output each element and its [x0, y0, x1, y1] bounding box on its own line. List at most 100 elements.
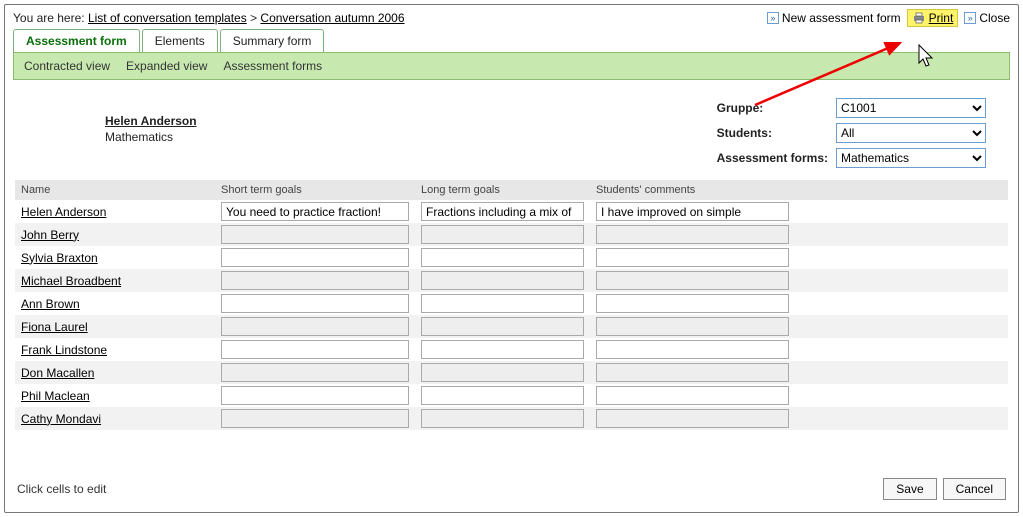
cell-input-long[interactable] — [421, 386, 584, 405]
student-subject: Mathematics — [105, 130, 197, 144]
cell-input-comments[interactable] — [596, 202, 789, 221]
filter-students-select[interactable]: All — [836, 123, 986, 143]
tab-label: Elements — [155, 34, 205, 48]
breadcrumb: You are here: List of conversation templ… — [13, 11, 405, 25]
col-header-name[interactable]: Name — [15, 180, 215, 200]
footer: Click cells to edit Save Cancel — [13, 472, 1010, 506]
new-assessment-form-link[interactable]: » New assessment form — [767, 11, 901, 25]
table-row: Cathy Mondavi — [15, 407, 1008, 430]
cell-input-short[interactable] — [221, 340, 409, 359]
cell-extra — [795, 292, 1008, 315]
cell-input-long[interactable] — [421, 409, 584, 428]
filter-forms-label: Assessment forms: — [717, 151, 828, 165]
cell-input-long[interactable] — [421, 363, 584, 382]
tab-label: Assessment form — [26, 34, 127, 48]
footer-hint: Click cells to edit — [17, 482, 106, 496]
cancel-button[interactable]: Cancel — [943, 478, 1006, 500]
cell-input-comments[interactable] — [596, 271, 789, 290]
col-header-long[interactable]: Long term goals — [415, 180, 590, 200]
cell-extra — [795, 315, 1008, 338]
table-row: Phil Maclean — [15, 384, 1008, 407]
cell-input-short[interactable] — [221, 317, 409, 336]
close-label: Close — [979, 11, 1010, 25]
col-header-short[interactable]: Short term goals — [215, 180, 415, 200]
cell-input-short[interactable] — [221, 386, 409, 405]
save-button[interactable]: Save — [883, 478, 936, 500]
cell-input-long[interactable] — [421, 340, 584, 359]
cell-input-long[interactable] — [421, 294, 584, 313]
cell-extra — [795, 338, 1008, 361]
cell-input-short[interactable] — [221, 248, 409, 267]
student-link[interactable]: Michael Broadbent — [21, 274, 121, 288]
breadcrumb-link-templates[interactable]: List of conversation templates — [88, 11, 247, 25]
cell-input-long[interactable] — [421, 248, 584, 267]
tab-label: Summary form — [233, 34, 312, 48]
table-row: John Berry — [15, 223, 1008, 246]
student-link[interactable]: Helen Anderson — [21, 205, 106, 219]
cell-input-comments[interactable] — [596, 317, 789, 336]
tab-assessment-form[interactable]: Assessment form — [13, 29, 140, 52]
content-header: Helen Anderson Mathematics Gruppe: C1001… — [5, 80, 1018, 180]
grid-wrap: Name Short term goals Long term goals St… — [5, 180, 1018, 430]
table-row: Ann Brown — [15, 292, 1008, 315]
printer-icon — [912, 12, 926, 24]
cell-extra — [795, 361, 1008, 384]
table-row: Frank Lindstone — [15, 338, 1008, 361]
student-block: Helen Anderson Mathematics — [25, 98, 197, 144]
cell-input-long[interactable] — [421, 271, 584, 290]
print-link[interactable]: Print — [907, 9, 959, 27]
cell-input-comments[interactable] — [596, 340, 789, 359]
cell-input-comments[interactable] — [596, 409, 789, 428]
subnav-contracted-view[interactable]: Contracted view — [24, 59, 110, 73]
subnav-assessment-forms[interactable]: Assessment forms — [223, 59, 322, 73]
student-name[interactable]: Helen Anderson — [105, 114, 197, 128]
breadcrumb-link-conversation[interactable]: Conversation autumn 2006 — [260, 11, 404, 25]
new-assessment-form-label: New assessment form — [782, 11, 901, 25]
breadcrumb-sep: > — [250, 11, 257, 25]
filter-group-select[interactable]: C1001 — [836, 98, 986, 118]
cell-input-long[interactable] — [421, 225, 584, 244]
cell-input-long[interactable] — [421, 202, 584, 221]
breadcrumb-prefix: You are here: — [13, 11, 85, 25]
cell-extra — [795, 407, 1008, 430]
cell-input-comments[interactable] — [596, 294, 789, 313]
top-actions: » New assessment form Print » Close — [767, 9, 1010, 27]
col-header-comments[interactable]: Students' comments — [590, 180, 795, 200]
table-row: Helen Anderson — [15, 200, 1008, 223]
student-link[interactable]: Cathy Mondavi — [21, 412, 101, 426]
arrow-right-icon: » — [767, 12, 779, 24]
student-link[interactable]: John Berry — [21, 228, 79, 242]
cell-extra — [795, 269, 1008, 292]
cell-input-short[interactable] — [221, 225, 409, 244]
cell-input-comments[interactable] — [596, 225, 789, 244]
cell-input-comments[interactable] — [596, 363, 789, 382]
cell-input-short[interactable] — [221, 202, 409, 221]
student-link[interactable]: Frank Lindstone — [21, 343, 107, 357]
cell-extra — [795, 384, 1008, 407]
cell-input-comments[interactable] — [596, 248, 789, 267]
cell-input-short[interactable] — [221, 409, 409, 428]
table-row: Michael Broadbent — [15, 269, 1008, 292]
student-link[interactable]: Don Macallen — [21, 366, 94, 380]
tab-summary-form[interactable]: Summary form — [220, 29, 325, 52]
cell-input-short[interactable] — [221, 363, 409, 382]
student-link[interactable]: Ann Brown — [21, 297, 80, 311]
tab-elements[interactable]: Elements — [142, 29, 218, 52]
cell-input-short[interactable] — [221, 271, 409, 290]
filters: Gruppe: C1001 Students: All Assessment f… — [717, 98, 998, 168]
top-bar: You are here: List of conversation templ… — [5, 5, 1018, 27]
app-window: You are here: List of conversation templ… — [4, 4, 1019, 513]
student-link[interactable]: Sylvia Braxton — [21, 251, 98, 265]
col-header-extra — [795, 180, 1008, 200]
assessment-grid: Name Short term goals Long term goals St… — [15, 180, 1008, 430]
student-link[interactable]: Fiona Laurel — [21, 320, 88, 334]
close-link[interactable]: » Close — [964, 11, 1010, 25]
cell-input-short[interactable] — [221, 294, 409, 313]
cell-input-comments[interactable] — [596, 386, 789, 405]
subnav-expanded-view[interactable]: Expanded view — [126, 59, 207, 73]
filter-students-label: Students: — [717, 126, 828, 140]
arrow-right-icon: » — [964, 12, 976, 24]
student-link[interactable]: Phil Maclean — [21, 389, 90, 403]
filter-forms-select[interactable]: Mathematics — [836, 148, 986, 168]
cell-input-long[interactable] — [421, 317, 584, 336]
